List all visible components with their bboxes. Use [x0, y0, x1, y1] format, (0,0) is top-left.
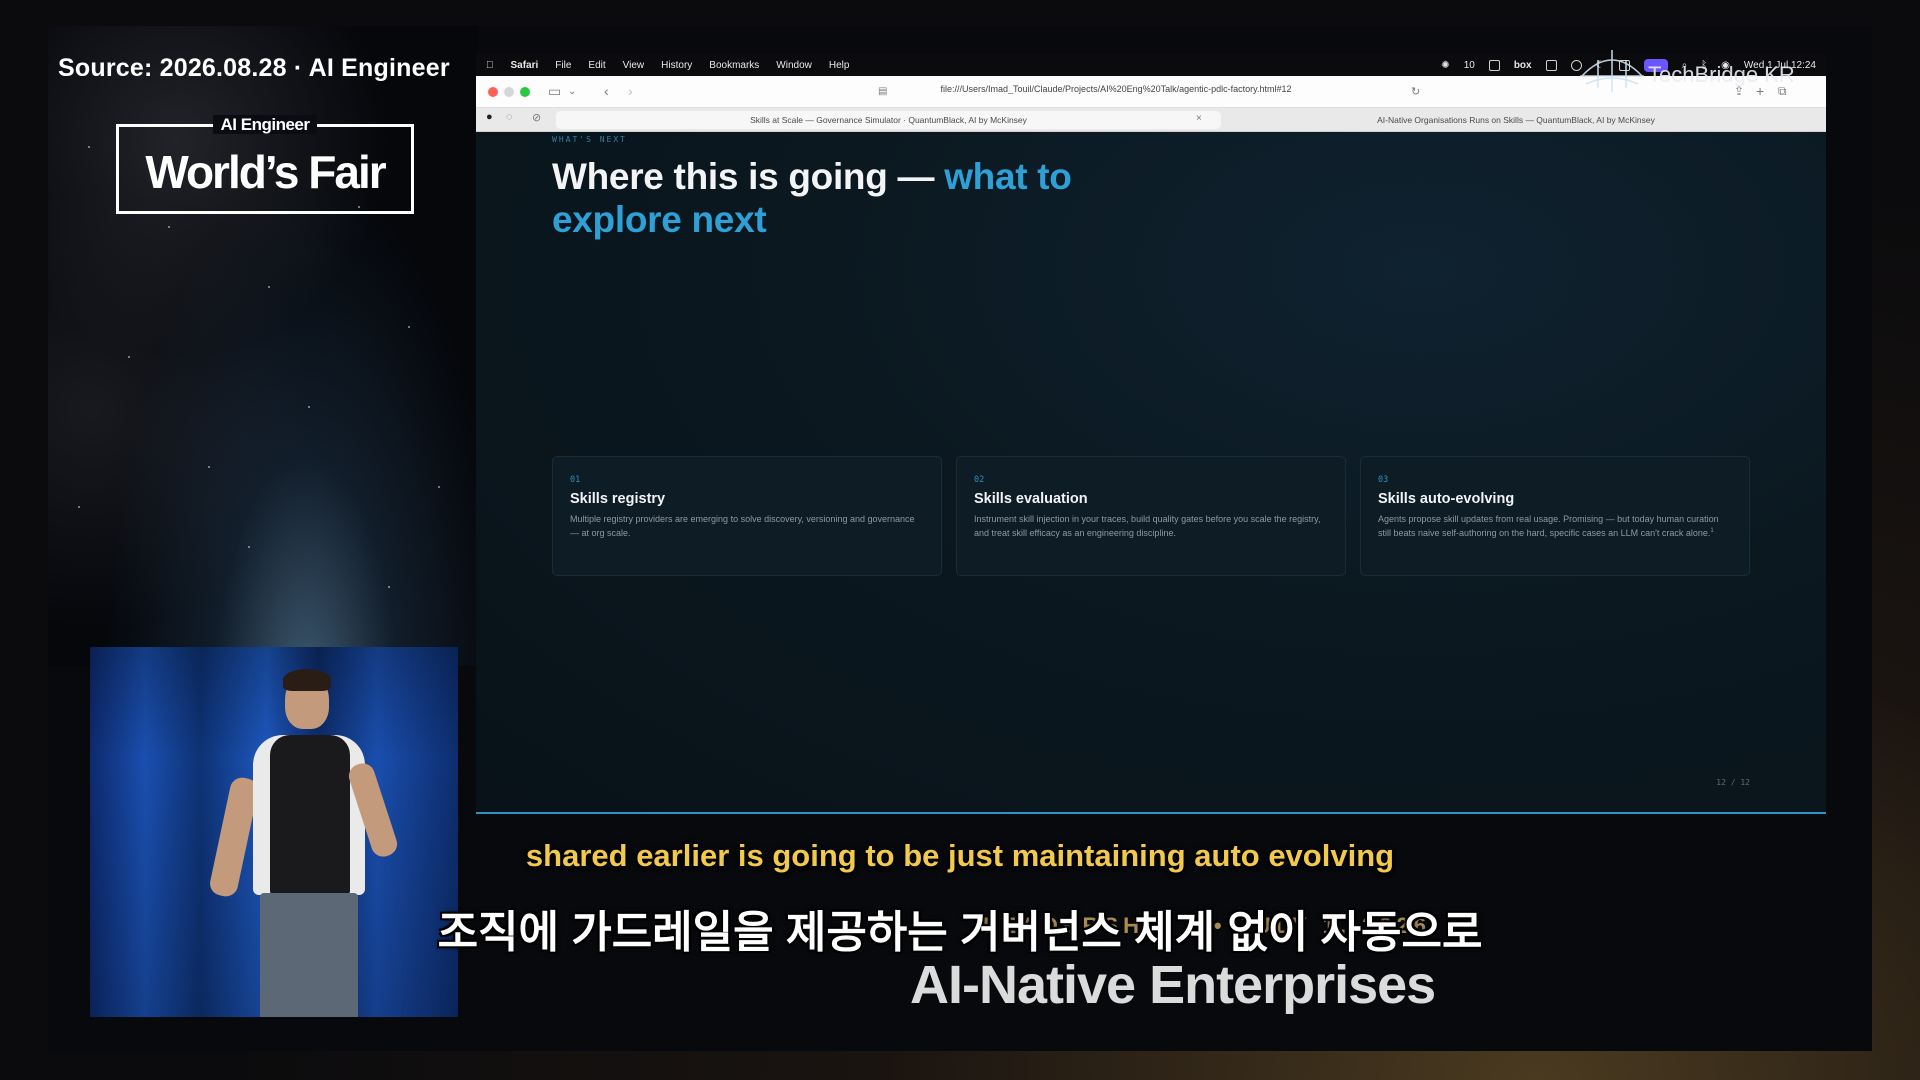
- minimize-window-button[interactable]: [504, 87, 514, 97]
- worlds-fair-logo: AI Engineer World’s Fair: [116, 115, 414, 214]
- forward-button[interactable]: ›: [628, 83, 633, 99]
- card-skills-auto-evolving: 03 Skills auto-evolving Agents propose s…: [1360, 456, 1750, 576]
- stage-banner-line2: AI-Native Enterprises: [910, 955, 1436, 1015]
- tab-governance-simulator[interactable]: Skills at Scale — Governance Simulator ·…: [556, 111, 1221, 129]
- headline-accent: what: [944, 156, 1028, 197]
- brightness-icon[interactable]: ✺: [1441, 60, 1449, 71]
- logo-top-text: AI Engineer: [212, 115, 318, 134]
- close-tab-icon[interactable]: ×: [1196, 113, 1202, 124]
- screen-share-window:  Safari File Edit View History Bookmark…: [476, 54, 1826, 814]
- source-label: Source: 2026.08.28 · AI Engineer: [58, 54, 450, 82]
- logo-main-text: World’s Fair: [145, 146, 386, 198]
- subtitle-korean: 조직에 가드레일을 제공하는 거버넌스 체계 없이 자동으로: [437, 908, 1483, 957]
- menu-file[interactable]: File: [555, 60, 571, 71]
- video-frame: Source: 2026.08.28 · AI Engineer AI Engi…: [0, 0, 1920, 1080]
- card-title: Skills auto-evolving: [1378, 491, 1515, 507]
- pinned-tab-icon[interactable]: ⊘: [532, 111, 541, 124]
- zoom-window-button[interactable]: [520, 87, 530, 97]
- back-button[interactable]: ‹: [604, 83, 609, 99]
- slide-progress-bar: [476, 812, 1826, 814]
- tab-bar: ● ◌ ⊘ Skills at Scale — Governance Simul…: [476, 108, 1826, 132]
- card-body: Multiple registry providers are emerging…: [570, 514, 915, 538]
- sidebar-toggle-icon[interactable]: ▭: [548, 83, 561, 100]
- slide: WHAT'S NEXT Where this is going — what t…: [476, 132, 1826, 814]
- tab-label: Skills at Scale — Governance Simulator ·…: [750, 115, 1027, 125]
- card-title: Skills registry: [570, 491, 666, 507]
- watermark-text: TechBridge KR: [1648, 62, 1795, 87]
- speaker-video: [90, 647, 458, 1017]
- slide-kicker: WHAT'S NEXT: [552, 135, 627, 144]
- apple-menu-icon[interactable]: : [486, 60, 494, 71]
- card-body: Instrument skill injection in your trace…: [974, 514, 1321, 538]
- menu-bookmarks[interactable]: Bookmarks: [709, 60, 759, 71]
- card-number: 02: [974, 475, 985, 485]
- menu-edit[interactable]: Edit: [588, 60, 605, 71]
- speaker-hair: [283, 669, 331, 691]
- menu-history[interactable]: History: [661, 60, 692, 71]
- chevron-down-icon[interactable]: ⌄: [568, 86, 576, 97]
- menu-window[interactable]: Window: [776, 60, 812, 71]
- card-number: 03: [1378, 475, 1389, 485]
- status-count[interactable]: 10: [1464, 60, 1475, 71]
- pinned-tab-icon[interactable]: ◌: [506, 111, 513, 123]
- card-footnote[interactable]: 1: [1710, 528, 1713, 534]
- page-indicator: 12 / 12: [1716, 778, 1750, 787]
- subtitle-english: shared earlier is going to be just maint…: [525, 838, 1395, 873]
- record-icon[interactable]: [1488, 59, 1500, 71]
- profile-icon[interactable]: ●: [486, 111, 493, 123]
- box-icon[interactable]: box: [1514, 60, 1532, 71]
- card-title: Skills evaluation: [974, 491, 1088, 507]
- menu-app-name[interactable]: Safari: [511, 60, 539, 71]
- reload-icon[interactable]: ↻: [1411, 85, 1420, 98]
- menu-help[interactable]: Help: [829, 60, 850, 71]
- menu-view[interactable]: View: [623, 60, 645, 71]
- close-window-button[interactable]: [488, 87, 498, 97]
- card-body-text: Agents propose skill updates from real u…: [1378, 514, 1719, 538]
- slide-headline: Where this is going — what to explore ne…: [552, 156, 1112, 241]
- card-skills-evaluation: 02 Skills evaluation Instrument skill in…: [956, 456, 1346, 576]
- card-body: Agents propose skill updates from real u…: [1378, 513, 1732, 541]
- headline-prefix: Where this is going —: [552, 156, 935, 197]
- tab-label: AI-Native Organisations Runs on Skills —…: [1377, 115, 1655, 125]
- tab-ai-native-organisations[interactable]: AI-Native Organisations Runs on Skills —…: [1226, 111, 1806, 129]
- bridge-logo-icon: [1580, 50, 1644, 92]
- techbridge-watermark: TechBridge KR: [1578, 38, 1878, 98]
- card-skills-registry: 01 Skills registry Multiple registry pro…: [552, 456, 942, 576]
- app-icon[interactable]: [1545, 59, 1557, 71]
- card-number: 01: [570, 475, 581, 485]
- address-bar[interactable]: file:///Users/Imad_Touil/Claude/Projects…: [876, 84, 1356, 94]
